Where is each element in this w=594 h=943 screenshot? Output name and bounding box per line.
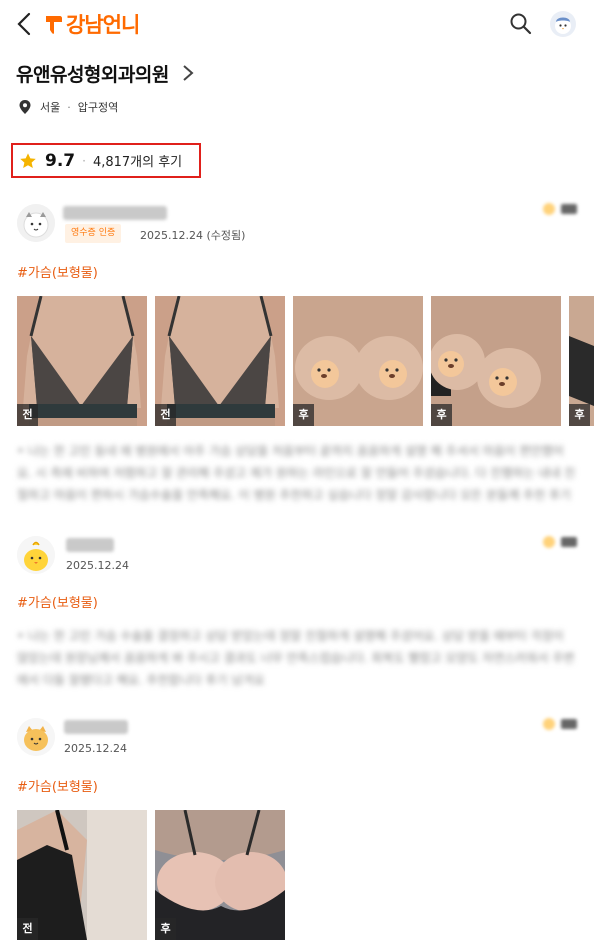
location-station: 압구정역 bbox=[77, 101, 119, 114]
photo-label: 후 bbox=[569, 404, 590, 426]
review-date: 2025.12.24 (수정됨) bbox=[140, 229, 246, 242]
review-photo[interactable]: 후 bbox=[431, 296, 561, 426]
clinic-location: 서울 · 압구정역 bbox=[18, 97, 118, 117]
review-date: 2025.12.24 bbox=[66, 559, 129, 572]
search-icon[interactable] bbox=[508, 11, 534, 37]
chevron-right-icon bbox=[183, 65, 194, 81]
avatar bbox=[17, 718, 55, 756]
photo-label: 전 bbox=[17, 918, 38, 940]
review-text[interactable]: • 나는 한 고민 동네 에 병원에서 아주 가슴 상담을 처음부터 끝까지 꼼… bbox=[17, 440, 577, 506]
review-card[interactable]: 2025.12.24 #가슴(보형물) • 나는 한 고민 가슴 수술을 결정하… bbox=[0, 530, 594, 695]
procedure-tag[interactable]: #가슴(보형물) bbox=[17, 262, 98, 281]
review-photo[interactable]: 후 bbox=[155, 810, 285, 940]
review-text[interactable]: • 나는 한 고민 가슴 수술을 결정하고 상담 받았는데 정말 친절하게 설명… bbox=[17, 625, 577, 691]
receipt-verified-badge: 영수증 인증 bbox=[65, 224, 122, 243]
clinic-title-link[interactable]: 유앤유성형외과의원 bbox=[16, 58, 195, 88]
review-score bbox=[543, 203, 577, 215]
rating-summary[interactable]: 9.7 · 4,817개의 후기 bbox=[11, 143, 201, 178]
logo-text: 강남언니 bbox=[66, 13, 140, 37]
rating-score: 9.7 bbox=[45, 150, 76, 171]
clinic-name: 유앤유성형외과의원 bbox=[16, 63, 169, 86]
app-logo[interactable]: 강남언니 bbox=[44, 10, 140, 38]
logo-mark-icon bbox=[46, 16, 62, 34]
photo-label: 후 bbox=[155, 918, 176, 940]
location-city: 서울 bbox=[40, 101, 61, 114]
profile-avatar[interactable] bbox=[550, 11, 576, 37]
review-date: 2025.12.24 bbox=[64, 742, 127, 755]
review-card[interactable]: 2025.12.24 #가슴(보형물) 전 후 bbox=[0, 712, 594, 943]
review-photo[interactable]: 후 bbox=[293, 296, 423, 426]
review-photo[interactable]: 전 bbox=[17, 296, 147, 426]
back-arrow-icon[interactable] bbox=[14, 10, 36, 38]
reviewer-name bbox=[63, 206, 167, 220]
review-photo[interactable]: 후 bbox=[569, 296, 594, 426]
reviewer-name bbox=[66, 538, 114, 552]
location-pin-icon bbox=[19, 100, 31, 114]
star-icon bbox=[20, 152, 36, 168]
separator-dot: · bbox=[67, 100, 71, 114]
review-score bbox=[543, 536, 577, 548]
photo-label: 전 bbox=[155, 404, 176, 426]
photo-label: 전 bbox=[17, 404, 38, 426]
review-photo[interactable]: 전 bbox=[17, 810, 147, 940]
review-photo[interactable]: 전 bbox=[155, 296, 285, 426]
photo-label: 후 bbox=[293, 404, 314, 426]
reviewer-name bbox=[64, 720, 128, 734]
avatar bbox=[17, 204, 55, 242]
review-count: 4,817개의 후기 bbox=[92, 155, 183, 170]
photo-label: 후 bbox=[431, 404, 452, 426]
top-bar: 강남언니 bbox=[0, 0, 594, 48]
review-score bbox=[543, 718, 577, 730]
separator-dot: · bbox=[82, 153, 86, 168]
review-card[interactable]: 영수증 인증 2025.12.24 (수정됨) #가슴(보형물) 전 전 후 후… bbox=[0, 200, 594, 510]
procedure-tag[interactable]: #가슴(보형물) bbox=[17, 592, 98, 611]
procedure-tag[interactable]: #가슴(보형물) bbox=[17, 776, 98, 795]
avatar bbox=[17, 536, 55, 574]
